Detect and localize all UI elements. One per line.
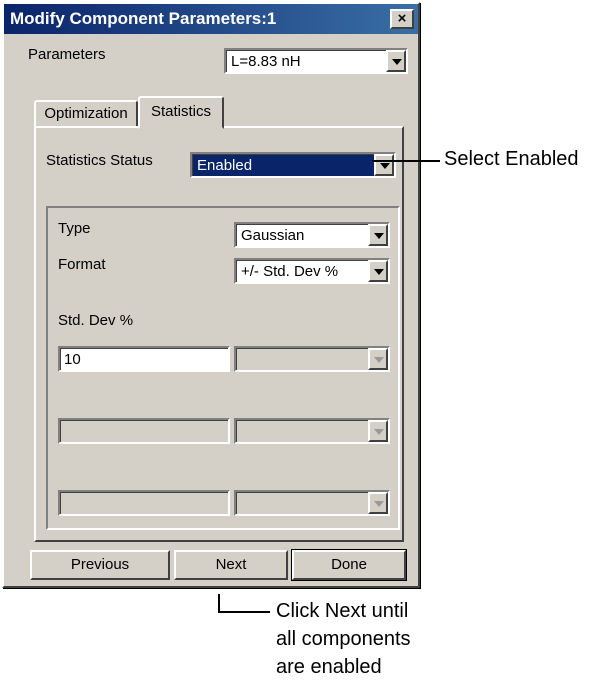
- dropdown-button[interactable]: [374, 154, 394, 176]
- chevron-down-icon: [380, 163, 390, 169]
- chevron-down-icon: [374, 429, 384, 435]
- stddev-unit-dropdown[interactable]: [234, 346, 390, 372]
- param2-input[interactable]: [58, 418, 230, 444]
- type-label: Type: [58, 220, 91, 237]
- stddev-value: 10: [64, 351, 81, 368]
- param3-dropdown[interactable]: [234, 490, 390, 516]
- parameters-value: L=8.83 nH: [231, 53, 301, 70]
- callout-click-next-line3: are enabled: [276, 656, 382, 678]
- statistics-status-dropdown[interactable]: Enabled: [190, 152, 396, 178]
- title-bar[interactable]: Modify Component Parameters:1 ×: [4, 4, 418, 34]
- chevron-down-icon: [374, 501, 384, 507]
- dropdown-button[interactable]: [368, 224, 388, 246]
- tab-statistics[interactable]: Statistics: [138, 96, 224, 129]
- dropdown-button[interactable]: [368, 492, 388, 514]
- stddev-label: Std. Dev %: [58, 312, 134, 329]
- callout-click-next-line2: all components: [276, 628, 411, 650]
- callout-select-enabled: Select Enabled: [444, 148, 579, 170]
- previous-button[interactable]: Previous: [30, 550, 170, 580]
- format-dropdown[interactable]: +/- Std. Dev %: [234, 258, 390, 284]
- parameters-label: Parameters: [28, 46, 106, 63]
- close-button[interactable]: ×: [390, 9, 414, 29]
- type-dropdown[interactable]: Gaussian: [234, 222, 390, 248]
- param2-dropdown[interactable]: [234, 418, 390, 444]
- parameters-dropdown[interactable]: L=8.83 nH: [224, 48, 408, 74]
- stddev-input[interactable]: 10: [58, 346, 230, 372]
- done-button[interactable]: Done: [291, 549, 407, 581]
- statistics-status-value: Enabled: [197, 157, 253, 174]
- next-button-label: Next: [215, 556, 247, 573]
- format-label: Format: [58, 256, 106, 273]
- dropdown-button[interactable]: [368, 420, 388, 442]
- callout-line-next-vertical: [218, 594, 220, 612]
- close-icon: ×: [397, 10, 407, 27]
- chevron-down-icon: [374, 233, 384, 239]
- tab-optimization[interactable]: Optimization: [34, 100, 138, 127]
- dialog-title: Modify Component Parameters:1: [10, 9, 277, 28]
- dropdown-button[interactable]: [386, 50, 406, 72]
- next-button[interactable]: Next: [174, 550, 288, 580]
- modify-component-dialog: Modify Component Parameters:1 × Paramete…: [2, 2, 420, 588]
- param3-input[interactable]: [58, 490, 230, 516]
- format-value: +/- Std. Dev %: [241, 263, 339, 280]
- callout-click-next-line1: Click Next until: [276, 600, 409, 622]
- callout-line-select: [372, 160, 440, 162]
- done-button-label: Done: [331, 556, 367, 573]
- chevron-down-icon: [392, 59, 402, 65]
- dropdown-button[interactable]: [368, 260, 388, 282]
- chevron-down-icon: [374, 357, 384, 363]
- tab-optimization-label: Optimization: [44, 105, 128, 122]
- statistics-status-label: Statistics Status: [46, 152, 153, 169]
- dropdown-button[interactable]: [368, 348, 388, 370]
- type-value: Gaussian: [241, 227, 305, 244]
- chevron-down-icon: [374, 269, 384, 275]
- callout-line-next-horizontal: [218, 611, 270, 613]
- tab-statistics-label: Statistics: [150, 103, 211, 120]
- previous-button-label: Previous: [70, 556, 130, 573]
